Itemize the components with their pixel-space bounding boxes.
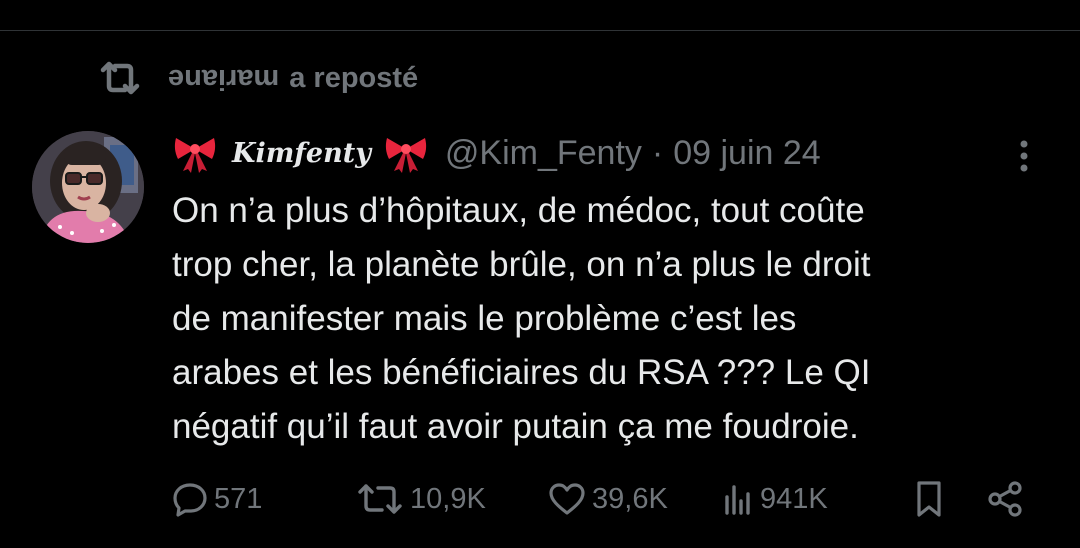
tweet-text: On n’a plus d’hôpitaux, de médoc, tout c… bbox=[172, 191, 871, 446]
divider bbox=[0, 30, 1080, 31]
views-button[interactable]: 941K bbox=[722, 474, 828, 524]
separator-dot: · bbox=[651, 133, 664, 172]
avatar[interactable] bbox=[32, 131, 144, 243]
tweet-date[interactable]: 09 juin 24 bbox=[673, 134, 820, 173]
bookmark-button[interactable] bbox=[914, 474, 944, 524]
action-bar: 571 10,9K 39,6K 941K bbox=[0, 474, 1080, 524]
retweet-button[interactable]: 10,9K bbox=[356, 474, 486, 524]
tweet-header: Kimfenty @Kim_Fenty · 09 juin 24 bbox=[172, 128, 821, 178]
views-count: 941K bbox=[760, 482, 828, 515]
like-icon bbox=[549, 483, 585, 515]
share-icon bbox=[988, 481, 1022, 517]
bow-icon bbox=[385, 138, 427, 173]
bookmark-icon bbox=[917, 481, 941, 517]
like-count: 39,6K bbox=[592, 482, 668, 515]
bow-icon bbox=[174, 138, 216, 173]
reply-button[interactable]: 571 bbox=[172, 474, 262, 524]
repost-action-text: a reposté bbox=[289, 61, 419, 94]
more-icon[interactable] bbox=[1012, 136, 1036, 176]
user-handle[interactable]: @Kim_Fenty bbox=[445, 134, 642, 173]
retweet-icon bbox=[358, 484, 402, 514]
reply-count: 571 bbox=[214, 482, 263, 515]
like-button[interactable]: 39,6K bbox=[548, 474, 668, 524]
repost-context[interactable]: mariane a reposté bbox=[98, 58, 418, 98]
repost-user-name[interactable]: mariane bbox=[168, 62, 279, 95]
reply-icon bbox=[173, 483, 207, 517]
repost-icon bbox=[100, 61, 140, 95]
views-icon bbox=[725, 485, 750, 515]
share-button[interactable] bbox=[986, 474, 1024, 524]
retweet-count: 10,9K bbox=[410, 482, 486, 515]
display-name[interactable]: Kimfenty bbox=[232, 138, 371, 169]
repost-label: mariane a reposté bbox=[168, 62, 418, 95]
